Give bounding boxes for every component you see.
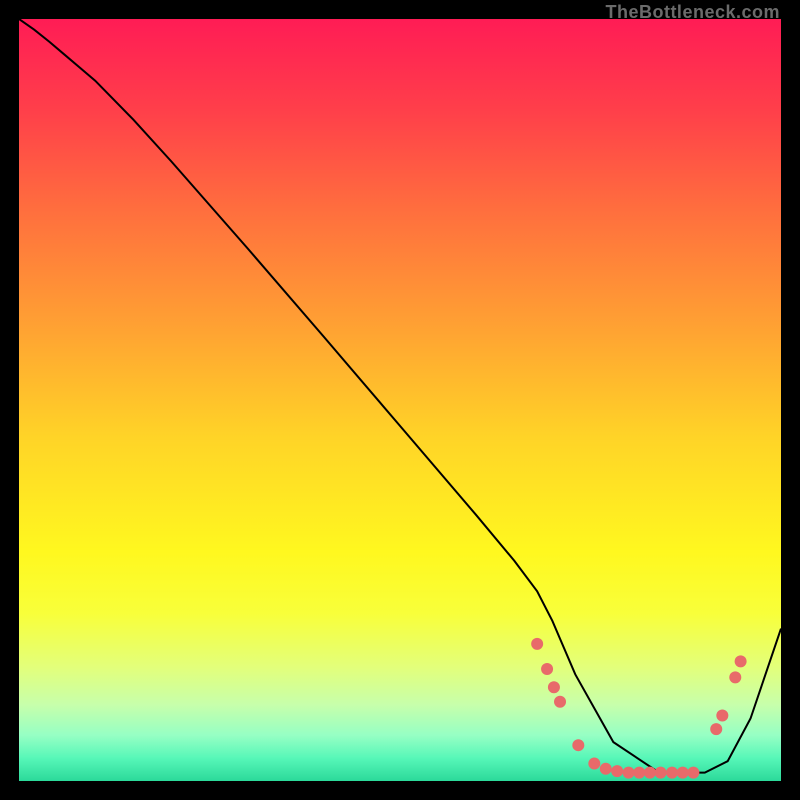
- data-marker: [531, 638, 543, 650]
- data-marker: [666, 767, 678, 779]
- data-marker: [588, 757, 600, 769]
- data-marker: [633, 767, 645, 779]
- data-marker: [600, 763, 612, 775]
- data-marker: [554, 696, 566, 708]
- data-marker: [716, 709, 728, 721]
- bottleneck-chart: [19, 19, 781, 781]
- gradient-background: [19, 19, 781, 781]
- data-marker: [548, 681, 560, 693]
- data-marker: [677, 767, 689, 779]
- data-marker: [735, 655, 747, 667]
- data-marker: [729, 671, 741, 683]
- data-marker: [541, 663, 553, 675]
- chart-stage: TheBottleneck.com: [0, 0, 800, 800]
- data-marker: [572, 739, 584, 751]
- data-marker: [611, 765, 623, 777]
- data-marker: [644, 767, 656, 779]
- data-marker: [687, 767, 699, 779]
- data-marker: [710, 723, 722, 735]
- data-marker: [655, 767, 667, 779]
- data-marker: [623, 767, 635, 779]
